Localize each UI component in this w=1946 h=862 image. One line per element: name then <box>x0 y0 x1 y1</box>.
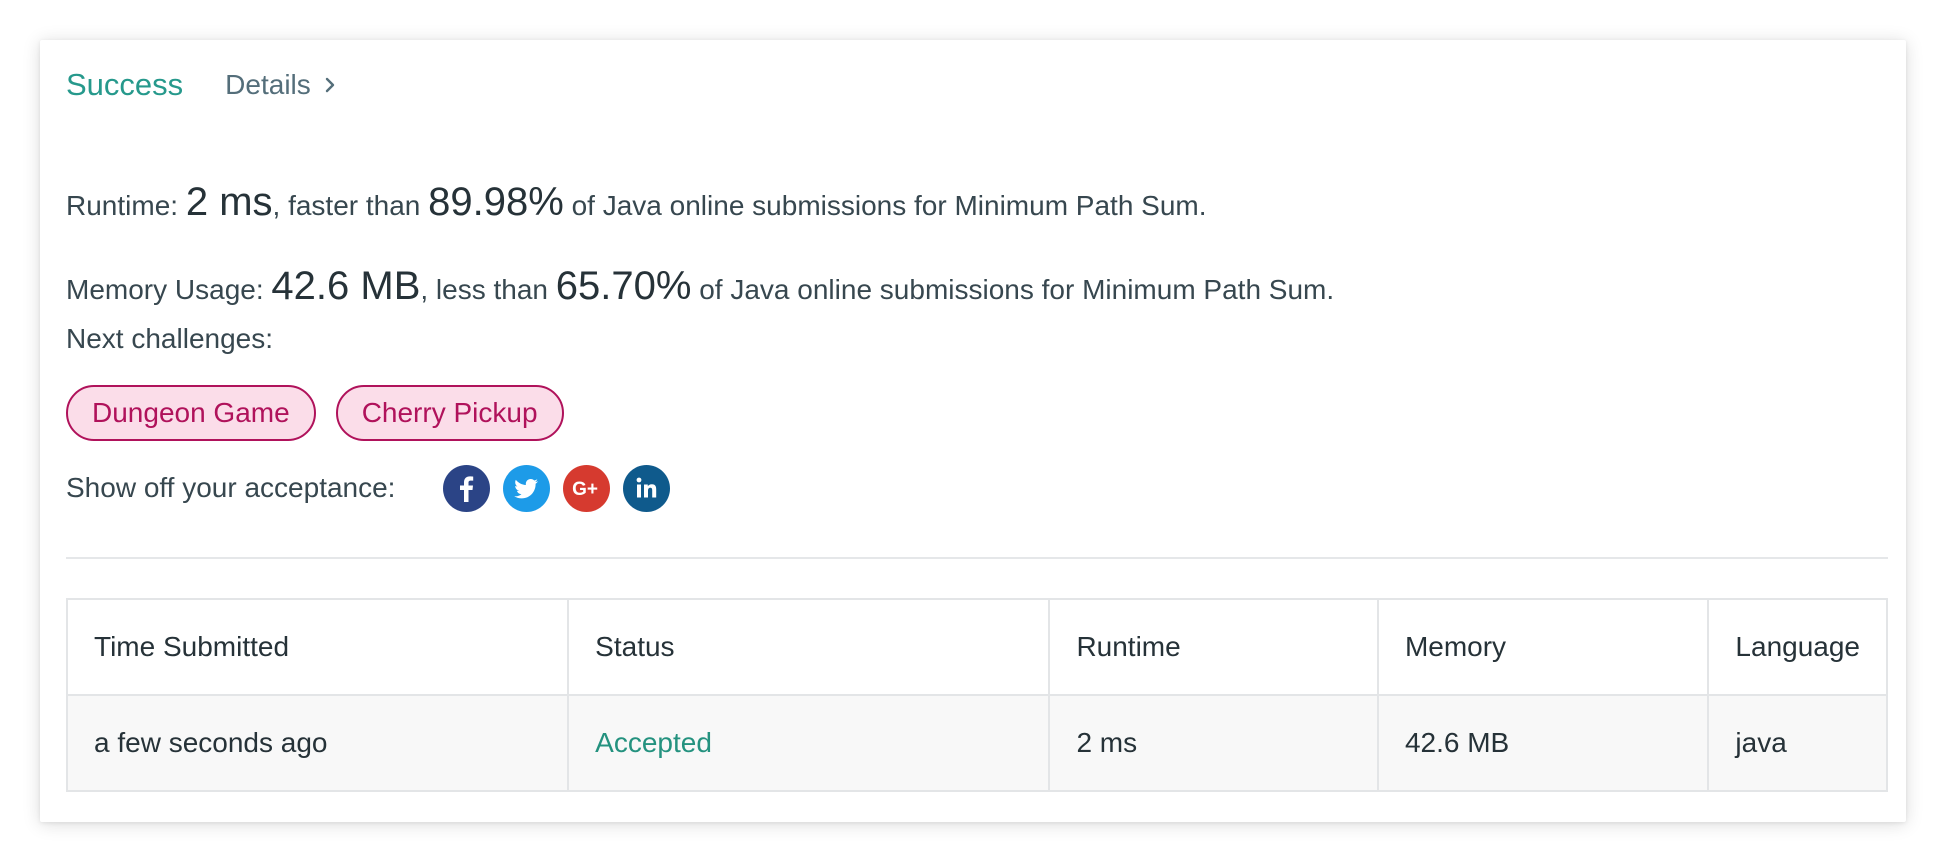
memory-suffix: of Java online submissions for Minimum P… <box>691 274 1335 305</box>
details-link[interactable]: Details <box>225 69 335 101</box>
submissions-table: Time Submitted Status Runtime Memory Lan… <box>65 598 1888 792</box>
cell-memory: 42.6 MB <box>1376 694 1710 792</box>
social-buttons: G+ <box>443 464 671 512</box>
result-header: Success Details <box>66 60 335 110</box>
facebook-icon[interactable] <box>443 464 491 512</box>
column-header-language: Language <box>1707 598 1888 696</box>
column-header-memory: Memory <box>1376 598 1710 696</box>
linkedin-icon[interactable] <box>623 464 671 512</box>
column-header-status: Status <box>567 598 1051 696</box>
details-label: Details <box>225 69 311 100</box>
cell-time-submitted: a few seconds ago <box>65 694 570 792</box>
challenge-tag-cherry-pickup[interactable]: Cherry Pickup <box>335 385 564 441</box>
runtime-stat: Runtime: 2 ms , faster than 89.98% of Ja… <box>66 180 1207 225</box>
memory-stat: Memory Usage: 42.6 MB , less than 65.70%… <box>66 264 1334 309</box>
share-row: Show off your acceptance: G+ <box>66 460 671 516</box>
svg-text:G+: G+ <box>573 479 599 500</box>
memory-middle: , less than <box>420 274 556 305</box>
section-divider <box>66 557 1888 559</box>
cell-language: java <box>1707 694 1888 792</box>
next-challenges-list: Dungeon Game Cherry Pickup <box>66 385 564 441</box>
success-status: Success <box>66 67 184 102</box>
cell-status-accepted[interactable]: Accepted <box>567 694 1051 792</box>
share-label: Show off your acceptance: <box>66 472 396 503</box>
runtime-suffix: of Java online submissions for Minimum P… <box>563 190 1207 221</box>
memory-value: 42.6 MB <box>271 264 421 308</box>
column-header-time-submitted: Time Submitted <box>65 598 570 696</box>
table-row[interactable]: a few seconds ago Accepted 2 ms 42.6 MB … <box>65 694 1888 792</box>
runtime-value: 2 ms <box>185 180 273 224</box>
memory-percent: 65.70% <box>555 264 692 308</box>
memory-prefix: Memory Usage: <box>66 274 272 305</box>
runtime-percent: 89.98% <box>428 180 564 224</box>
column-header-runtime: Runtime <box>1048 598 1379 696</box>
google-plus-icon[interactable]: G+ <box>563 464 611 512</box>
submission-result-card: Success Details Runtime: 2 ms , faster t… <box>40 40 1906 822</box>
cell-runtime: 2 ms <box>1048 694 1379 792</box>
runtime-middle: , faster than <box>272 190 429 221</box>
runtime-prefix: Runtime: <box>66 190 186 221</box>
twitter-icon[interactable] <box>503 464 551 512</box>
challenge-tag-dungeon-game[interactable]: Dungeon Game <box>66 385 316 441</box>
chevron-right-icon <box>325 77 334 93</box>
table-header-row: Time Submitted Status Runtime Memory Lan… <box>65 598 1888 696</box>
next-challenges-label: Next challenges: <box>66 323 274 354</box>
